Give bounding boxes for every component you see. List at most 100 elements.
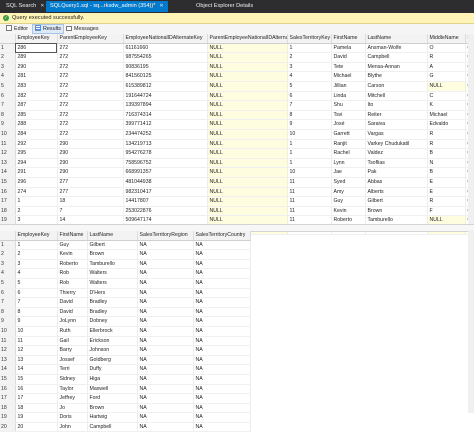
grid-cell[interactable]: NA bbox=[193, 249, 251, 260]
grid-cell[interactable]: Ellerbrock bbox=[87, 326, 138, 337]
grid-cell[interactable]: NA bbox=[137, 336, 194, 347]
row-number[interactable]: 13 bbox=[0, 355, 16, 366]
grid-cell[interactable]: 16 bbox=[15, 384, 58, 395]
grid-cell[interactable]: Hartwig bbox=[87, 412, 138, 423]
row-number[interactable]: 10 bbox=[0, 326, 16, 337]
grid-cell[interactable]: Gilbert bbox=[365, 196, 428, 207]
row-number[interactable]: 19 bbox=[0, 412, 16, 423]
table-row[interactable]: 8 8 David Bradley NA NA bbox=[0, 307, 251, 318]
table-row[interactable]: 13294290758596752NULL1LynnTsofliasN0 bbox=[0, 158, 474, 169]
grid-cell[interactable]: 290 bbox=[57, 158, 124, 169]
grid-cell[interactable]: NA bbox=[137, 297, 194, 308]
grid-cell[interactable]: NULL bbox=[207, 110, 288, 121]
grid-cell[interactable]: 272 bbox=[57, 129, 124, 140]
grid-cell[interactable]: 289 bbox=[15, 52, 58, 63]
grid-cell[interactable]: NA bbox=[137, 412, 194, 423]
grid-cell[interactable]: Johnson bbox=[87, 345, 138, 356]
grid-cell[interactable]: 2 bbox=[287, 52, 332, 63]
grid-cell[interactable]: 8 bbox=[15, 307, 58, 318]
grid-cell[interactable]: 290 bbox=[57, 139, 124, 150]
row-number[interactable]: 4 bbox=[0, 71, 16, 82]
grid-cell[interactable]: Bradley bbox=[87, 307, 138, 318]
grid-cell[interactable]: 283 bbox=[15, 81, 58, 92]
grid-cell[interactable]: José bbox=[331, 119, 366, 130]
grid-cell[interactable]: NA bbox=[137, 259, 194, 270]
grid-cell[interactable]: David bbox=[57, 307, 88, 318]
grid-cell[interactable]: 5 bbox=[287, 81, 332, 92]
grid-cell[interactable]: NULL bbox=[207, 100, 288, 111]
grid-cell[interactable]: Bradley bbox=[87, 297, 138, 308]
grid-cell[interactable]: Ford bbox=[87, 393, 138, 404]
grid-cell[interactable]: 14 bbox=[15, 364, 58, 375]
grid-cell[interactable]: NA bbox=[193, 374, 251, 385]
grid-cell[interactable]: NA bbox=[193, 364, 251, 375]
grid-cell[interactable]: 4 bbox=[15, 268, 58, 279]
grid-cell[interactable]: JoLynn bbox=[57, 316, 88, 327]
grid-cell[interactable]: 6 bbox=[287, 91, 332, 102]
grid-cell[interactable]: R bbox=[427, 129, 466, 140]
grid-cell[interactable]: 291 bbox=[15, 167, 58, 178]
grid-cell[interactable]: Amy bbox=[331, 187, 366, 198]
grid-cell[interactable]: Doris bbox=[57, 412, 88, 423]
grid-cell[interactable]: 3 bbox=[287, 62, 332, 73]
grid-cell[interactable]: 290 bbox=[57, 167, 124, 178]
row-number[interactable]: 6 bbox=[0, 91, 16, 102]
grid-cell[interactable]: David bbox=[57, 297, 88, 308]
grid-cell[interactable]: 615389812 bbox=[123, 81, 208, 92]
grid-cell[interactable]: 1 bbox=[287, 148, 332, 159]
column-header[interactable]: SalesTerritoryKey bbox=[287, 34, 332, 44]
grid-cell[interactable]: 17 bbox=[15, 393, 58, 404]
grid-cell[interactable]: NA bbox=[193, 422, 251, 432]
grid-cell[interactable]: Rob bbox=[57, 278, 88, 289]
grid-cell[interactable]: O bbox=[427, 43, 466, 54]
grid-cell[interactable]: 11 bbox=[287, 206, 332, 217]
grid-cell[interactable]: Gail bbox=[57, 336, 88, 347]
grid-cell[interactable]: Edvaldo bbox=[427, 119, 466, 130]
grid-cell[interactable]: Terri bbox=[57, 364, 88, 375]
grid-cell[interactable]: 287 bbox=[15, 100, 58, 111]
grid-cell[interactable]: NULL bbox=[207, 158, 288, 169]
column-header[interactable]: SalesTerritoryCountry bbox=[193, 231, 251, 241]
table-row[interactable]: 1711814417807NULL11GuyGilbertR0 bbox=[0, 196, 474, 207]
grid-cell[interactable]: NA bbox=[137, 249, 194, 260]
row-number[interactable]: 18 bbox=[0, 206, 16, 217]
grid-cell[interactable]: 272 bbox=[57, 43, 124, 54]
grid-cell[interactable]: NA bbox=[137, 403, 194, 414]
table-row[interactable]: 1827253022876NULL11KevinBrownF0 bbox=[0, 206, 474, 217]
column-header[interactable]: MiddleName bbox=[427, 34, 466, 44]
grid-cell[interactable]: Saraiva bbox=[365, 119, 428, 130]
table-row[interactable]: 8285272716374314NULL8TsviReiterMichael0 bbox=[0, 110, 474, 121]
row-number[interactable]: 1 bbox=[0, 43, 16, 54]
grid-cell[interactable]: 11 bbox=[287, 196, 332, 207]
grid-cell[interactable]: 5 bbox=[15, 278, 58, 289]
grid-cell[interactable]: 191644724 bbox=[123, 91, 208, 102]
row-number[interactable]: 3 bbox=[0, 259, 16, 270]
grid-cell[interactable]: NA bbox=[193, 307, 251, 318]
grid-cell[interactable]: 272 bbox=[57, 119, 124, 130]
grid-cell[interactable]: Sidney bbox=[57, 374, 88, 385]
editor-button[interactable]: Editor bbox=[4, 25, 30, 33]
grid-cell[interactable]: Walters bbox=[87, 278, 138, 289]
grid-cell[interactable]: 292 bbox=[15, 139, 58, 150]
grid-cell[interactable]: 1 bbox=[15, 240, 58, 251]
column-header[interactable]: FirstName bbox=[57, 231, 88, 241]
table-row[interactable]: 6282272191644724NULL6LindaMitchellC0 bbox=[0, 91, 474, 102]
row-number[interactable]: 3 bbox=[0, 62, 16, 73]
grid-cell[interactable]: NULL bbox=[207, 129, 288, 140]
grid-cell[interactable]: Guy bbox=[331, 196, 366, 207]
grid-cell[interactable]: NULL bbox=[207, 62, 288, 73]
grid-cell[interactable]: Tamburello bbox=[87, 259, 138, 270]
grid-cell[interactable]: 1 bbox=[287, 43, 332, 54]
table-row[interactable]: 7 7 David Bradley NA NA bbox=[0, 297, 251, 308]
grid-cell[interactable]: Guy bbox=[57, 240, 88, 251]
grid-cell[interactable]: 2 bbox=[15, 249, 58, 260]
grid-cell[interactable]: Ranjit bbox=[331, 139, 366, 150]
table-row[interactable]: 10 10 Ruth Ellerbrock NA NA bbox=[0, 326, 251, 337]
row-number[interactable]: 2 bbox=[0, 52, 16, 63]
column-header[interactable]: EmployeeKey bbox=[15, 34, 58, 44]
grid-cell[interactable]: NA bbox=[137, 393, 194, 404]
table-row[interactable]: 5 5 Rob Walters NA NA bbox=[0, 278, 251, 289]
row-number[interactable]: 18 bbox=[0, 403, 16, 414]
grid-cell[interactable]: 272 bbox=[57, 110, 124, 121]
grid-cell[interactable]: NA bbox=[193, 345, 251, 356]
